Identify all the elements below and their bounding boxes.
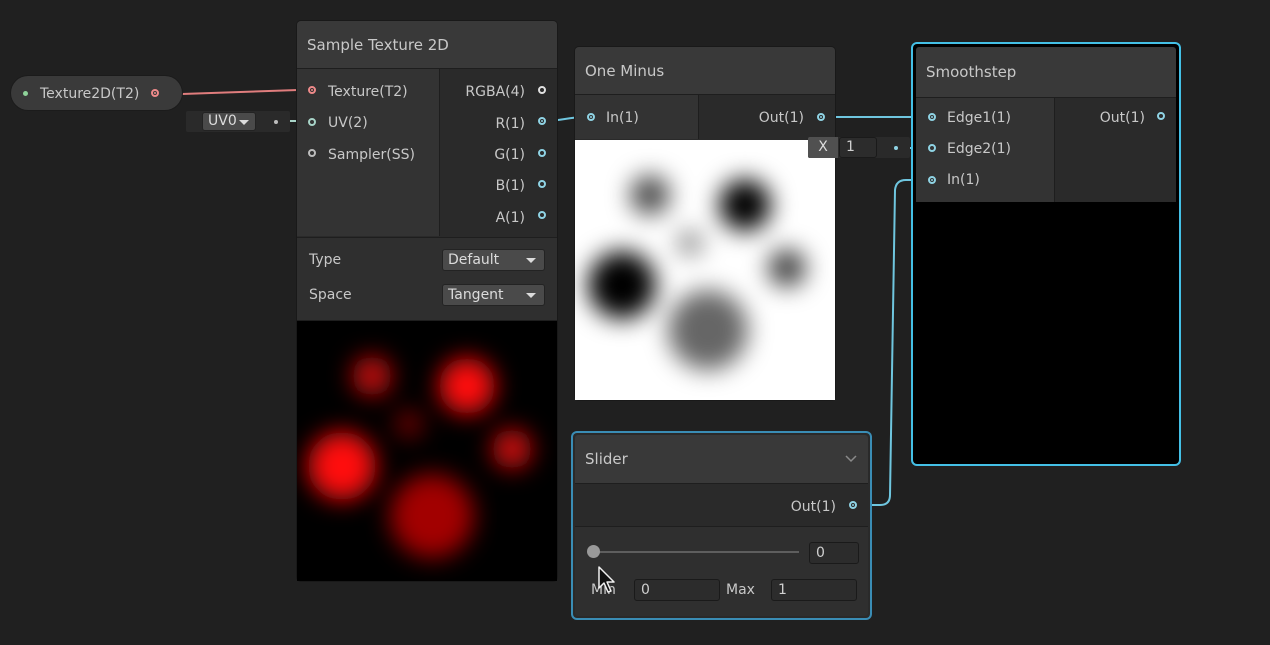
min-value-field[interactable]: 0 bbox=[634, 579, 720, 601]
min-value: 0 bbox=[641, 582, 650, 598]
in-input-label: In(1) bbox=[947, 172, 980, 188]
space-label: Space bbox=[309, 287, 352, 303]
sampler-input-label: Sampler(SS) bbox=[328, 147, 415, 163]
a-output-label: A(1) bbox=[495, 210, 525, 226]
slider-value-field[interactable]: 0 bbox=[809, 542, 859, 564]
in-input-label: In(1) bbox=[606, 110, 639, 126]
space-dropdown[interactable]: Tangent bbox=[442, 284, 545, 306]
r-output-port[interactable] bbox=[538, 117, 546, 125]
type-dropdown-value: Default bbox=[448, 252, 500, 268]
b-output-label: B(1) bbox=[495, 178, 525, 194]
smoothstep-header[interactable]: Smoothstep bbox=[916, 47, 1176, 98]
node-title: Slider bbox=[585, 450, 628, 468]
uv-input-port[interactable] bbox=[308, 118, 316, 126]
mouse-cursor-icon bbox=[598, 566, 615, 593]
edge2-input-label: Edge2(1) bbox=[947, 141, 1011, 157]
texture-input-port[interactable] bbox=[308, 86, 316, 94]
node-title: Smoothstep bbox=[926, 63, 1017, 81]
rgba-output-label: RGBA(4) bbox=[465, 84, 525, 100]
in-input-port[interactable] bbox=[928, 176, 936, 184]
edge2-value-field[interactable]: 1 bbox=[839, 137, 877, 158]
node-title: Sample Texture 2D bbox=[307, 35, 449, 54]
uv-inline-control: UV0 bbox=[186, 111, 290, 132]
out-output-label: Out(1) bbox=[758, 110, 804, 126]
g-output-label: G(1) bbox=[494, 147, 525, 163]
slider-track[interactable] bbox=[593, 551, 799, 553]
collapse-chevron-icon[interactable] bbox=[845, 455, 857, 463]
sample-texture-header[interactable]: Sample Texture 2D bbox=[297, 21, 557, 69]
out-output-label: Out(1) bbox=[1099, 110, 1145, 126]
sample-texture-2d-node[interactable]: Sample Texture 2D Texture(T2) UV(2) Samp… bbox=[297, 21, 557, 581]
max-label: Max bbox=[726, 582, 755, 598]
in-input-port[interactable] bbox=[587, 113, 595, 121]
slider-thumb[interactable] bbox=[587, 545, 600, 558]
texture-property-node[interactable]: Texture2D(T2) bbox=[11, 76, 182, 110]
out-output-port[interactable] bbox=[817, 113, 825, 121]
node-title: One Minus bbox=[585, 61, 665, 80]
chevron-down-icon bbox=[526, 258, 536, 263]
b-output-port[interactable] bbox=[538, 180, 546, 188]
type-dropdown[interactable]: Default bbox=[442, 249, 545, 271]
space-dropdown-value: Tangent bbox=[448, 287, 504, 303]
edge1-input-port[interactable] bbox=[928, 113, 936, 121]
slider-controls-area bbox=[575, 527, 868, 616]
uv-input-label: UV(2) bbox=[328, 115, 368, 131]
slider-value: 0 bbox=[816, 545, 825, 561]
property-output-port[interactable] bbox=[151, 89, 159, 97]
texture-preview-image bbox=[297, 321, 557, 581]
property-label: Texture2D(T2) bbox=[40, 86, 140, 102]
edge1-input-label: Edge1(1) bbox=[947, 110, 1011, 126]
edge2-inline-control: X 1 bbox=[808, 137, 910, 158]
max-value: 1 bbox=[778, 582, 787, 598]
one-minus-header[interactable]: One Minus bbox=[575, 47, 835, 95]
rgba-output-port[interactable] bbox=[538, 86, 546, 94]
slider-header[interactable]: Slider bbox=[575, 435, 868, 484]
type-label: Type bbox=[309, 252, 342, 268]
exposed-indicator-dot bbox=[23, 91, 28, 96]
g-output-port[interactable] bbox=[538, 149, 546, 157]
out-output-port[interactable] bbox=[1157, 112, 1165, 120]
uv-channel-dropdown[interactable]: UV0 bbox=[202, 112, 256, 131]
smoothstep-node[interactable]: Smoothstep Edge1(1) Edge2(1) In(1) Out(1… bbox=[913, 44, 1179, 464]
out-output-port[interactable] bbox=[849, 501, 857, 509]
chevron-down-icon bbox=[239, 120, 249, 125]
uv-dropdown-value: UV0 bbox=[208, 113, 237, 129]
edge2-value: 1 bbox=[846, 139, 855, 155]
wire-texture bbox=[181, 89, 299, 95]
one-minus-preview-image bbox=[575, 140, 835, 400]
edge2-connector-dot bbox=[894, 146, 898, 150]
max-value-field[interactable]: 1 bbox=[771, 579, 857, 601]
out-output-label: Out(1) bbox=[790, 499, 836, 515]
smoothstep-preview-image bbox=[916, 203, 1176, 461]
edge2-axis-label: X bbox=[808, 137, 838, 158]
one-minus-node[interactable]: One Minus In(1) Out(1) bbox=[575, 47, 835, 400]
sampler-input-port[interactable] bbox=[308, 149, 316, 157]
r-output-label: R(1) bbox=[495, 116, 525, 132]
texture-input-label: Texture(T2) bbox=[328, 84, 408, 100]
chevron-down-icon bbox=[526, 293, 536, 298]
uv-connector-dot bbox=[274, 120, 278, 124]
a-output-port[interactable] bbox=[538, 211, 546, 219]
edge2-input-port[interactable] bbox=[928, 144, 936, 152]
